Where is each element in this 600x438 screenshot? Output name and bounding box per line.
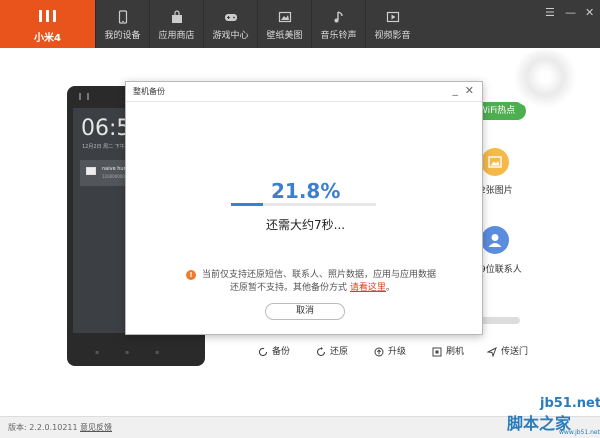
tab-label: 视频影音 xyxy=(374,31,411,41)
notification-sub: 1200000000 xyxy=(102,174,128,179)
version-text: 版本: 2.2.0.10211 xyxy=(8,423,78,432)
cancel-button[interactable]: 取消 xyxy=(265,303,345,320)
device-brand-tab[interactable]: 小米4 xyxy=(0,0,95,48)
action-label: 升级 xyxy=(388,347,407,357)
tab-my-device[interactable]: 我的设备 xyxy=(95,0,149,48)
feedback-link[interactable]: 意见反馈 xyxy=(80,422,112,433)
restore-icon xyxy=(316,346,326,357)
mi-logo-icon xyxy=(79,93,89,100)
warning-icon: ! xyxy=(186,270,196,280)
notice-suffix: 。 xyxy=(385,283,395,293)
upgrade-button[interactable]: 升级 xyxy=(374,344,406,360)
minimize-button[interactable]: — xyxy=(565,6,576,19)
photos-label: 2张图片 xyxy=(480,186,513,196)
top-nav-bar: 小米4 我的设备 应用商店 游戏中心 壁纸美图 音乐铃声 视频影音 ☰ — ✕ xyxy=(0,0,600,48)
backup-icon xyxy=(258,347,268,357)
tab-label: 游戏中心 xyxy=(212,31,249,41)
phone-icon xyxy=(116,10,130,24)
notice-line-2: 还原暂不支持。其他备份方式 请看这里。 xyxy=(230,282,395,295)
device-name: 小米4 xyxy=(34,33,61,44)
action-label: 备份 xyxy=(272,347,291,357)
tab-label: 壁纸美图 xyxy=(266,31,303,41)
tab-label: 我的设备 xyxy=(104,31,141,41)
play-icon xyxy=(386,10,400,24)
see-here-link[interactable]: 请看这里 xyxy=(350,283,386,293)
menu-icon[interactable]: ☰ xyxy=(545,6,555,19)
watermark-sub: www.jb51.net xyxy=(559,429,600,436)
dialog-title: 整机备份 xyxy=(133,87,165,96)
action-label: 还原 xyxy=(330,347,349,357)
storage-bar xyxy=(480,317,520,324)
send-portal-button[interactable]: 传送门 xyxy=(486,344,529,360)
backup-dialog: 整机备份 _ ✕ 21.8% 还需大约7秒... ! 当前仅支持还原短信、联系人… xyxy=(125,81,483,335)
phone-date: 12月2日 周二 下午 xyxy=(82,144,125,150)
dialog-close-button[interactable]: ✕ xyxy=(465,84,474,97)
tab-wallpapers[interactable]: 壁纸美图 xyxy=(257,0,311,48)
gamepad-icon xyxy=(224,10,238,24)
tab-label: 应用商店 xyxy=(158,31,195,41)
tab-video[interactable]: 视频影音 xyxy=(365,0,419,48)
action-label: 传送门 xyxy=(501,347,529,357)
notice-line-1: 当前仅支持还原短信、联系人、照片数据，应用与应用数据 xyxy=(202,270,437,280)
remaining-time: 还需大约7秒... xyxy=(266,218,346,232)
tab-app-store[interactable]: 应用商店 xyxy=(149,0,203,48)
restore-button[interactable]: 还原 xyxy=(316,344,348,360)
tab-music[interactable]: 音乐铃声 xyxy=(311,0,365,48)
mi-logo-icon xyxy=(38,10,57,24)
progress-percent: 21.8% xyxy=(271,179,341,203)
photos-icon[interactable] xyxy=(481,148,509,176)
envelope-icon xyxy=(86,167,96,175)
backup-button[interactable]: 备份 xyxy=(258,344,290,360)
phone-keys: ▪▪▪ xyxy=(95,349,186,356)
close-button[interactable]: ✕ xyxy=(585,6,594,19)
flash-button[interactable]: 刷机 xyxy=(432,344,464,360)
tab-label: 音乐铃声 xyxy=(320,31,357,41)
music-icon xyxy=(332,10,346,24)
phone-time: 06:5 xyxy=(81,116,131,141)
image-icon xyxy=(278,10,292,24)
contacts-label: 9位联系人 xyxy=(480,265,522,275)
dialog-titlebar: 整机备份 _ ✕ xyxy=(126,82,482,102)
watermark-site: jb51.net xyxy=(540,396,600,411)
send-icon xyxy=(486,346,497,358)
action-label: 刷机 xyxy=(446,347,465,357)
contacts-icon[interactable] xyxy=(481,226,509,254)
tab-game-center[interactable]: 游戏中心 xyxy=(203,0,257,48)
decorative-glow xyxy=(505,50,585,110)
progress-fill xyxy=(231,203,263,206)
dialog-minimize-button[interactable]: _ xyxy=(453,83,459,96)
flash-icon xyxy=(432,347,442,357)
upgrade-icon xyxy=(374,347,384,357)
progress-bar xyxy=(231,203,376,206)
notice-prefix: 还原暂不支持。其他备份方式 xyxy=(230,283,348,293)
bag-icon xyxy=(170,10,184,24)
